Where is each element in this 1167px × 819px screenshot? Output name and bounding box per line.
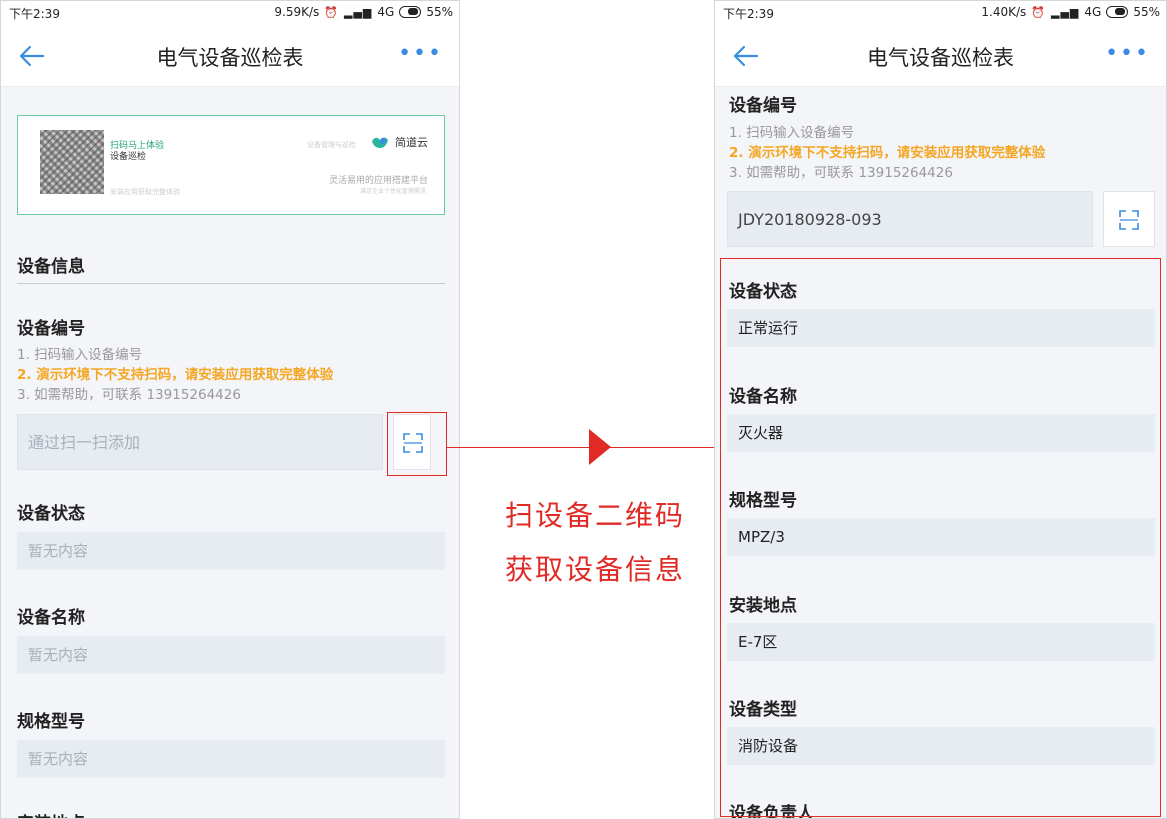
hint-line-3: 3. 如需帮助，可联系 13915264426 [729,165,953,181]
battery-level: 55% [1133,5,1160,19]
section-divider [17,283,445,284]
arrow-head-icon [589,429,611,465]
device-no-input[interactable]: JDY20180928-093 [727,191,1093,247]
signal-icon: ▂▄▆ [344,5,373,19]
device-no-input[interactable]: 通过扫一扫添加 [17,414,383,470]
hint-line-3: 3. 如需帮助，可联系 13915264426 [17,387,241,403]
hint-line-2: 2. 演示环境下不支持扫码，请安装应用获取完整体验 [17,367,334,383]
brand: 简道云 [371,134,428,150]
signal-icon: ▂▄▆ [1051,5,1080,19]
name-field[interactable]: 暂无内容 [17,636,445,674]
battery-level: 55% [426,5,453,19]
hint-line-2: 2. 演示环境下不支持扫码，请安装应用获取完整体验 [729,145,1046,161]
status-time: 下午2:39 [723,7,774,21]
battery-icon [1106,6,1129,18]
location-label-cut: 安装地点 [17,809,85,818]
connector-line [447,447,717,448]
section-title: 设备信息 [17,257,85,277]
brand-logo-icon [372,137,388,148]
filled-fields-highlight-box [720,258,1161,817]
scan-icon [1119,210,1139,230]
model-label: 规格型号 [17,712,85,732]
status-field[interactable]: 暂无内容 [17,532,445,570]
page-title: 电气设备巡检表 [867,46,1014,70]
status-bar: 下午2:39 9.59K/s ⏰ ▂▄▆ 4G 55% [1,1,459,25]
device-no-label: 设备编号 [17,319,85,339]
more-menu-icon[interactable]: ••• [398,43,443,65]
alarm-icon: ⏰ [1031,5,1046,19]
banner-install-text: 安装应用获取完整体验 [110,188,180,196]
name-label: 设备名称 [17,608,85,628]
device-no-label: 设备编号 [729,96,797,116]
scan-button[interactable] [1103,191,1155,247]
banner-subtitle: 设备巡检 [110,152,147,162]
network-type: 4G [1084,5,1102,19]
model-field[interactable]: 暂无内容 [17,740,445,778]
hint-line-1: 1. 扫码输入设备编号 [17,347,143,363]
status-label: 设备状态 [17,504,85,524]
network-speed: 9.59K/s [274,5,320,19]
scan-highlight-box [387,412,447,476]
network-type: 4G [377,5,395,19]
nav-bar: 电气设备巡检表 ••• [715,25,1166,87]
status-bar: 下午2:39 1.40K/s ⏰ ▂▄▆ 4G 55% [715,1,1166,25]
banner-tagline-top: 设备管理与巡检 [307,141,356,149]
battery-icon [399,6,422,18]
page-title: 电气设备巡检表 [156,46,304,70]
promo-banner[interactable]: 扫码马上体验 设备巡检 安装应用获取完整体验 设备管理与巡检 简道云 灵活易用的… [17,115,445,215]
annotation-line-2: 获取设备信息 [505,553,686,586]
hint-line-1: 1. 扫码输入设备编号 [729,125,855,141]
brand-name: 简道云 [395,136,428,149]
alarm-icon: ⏰ [324,5,339,19]
banner-tagline-small: 满足企业个性化管理需求 [359,188,426,195]
network-speed: 1.40K/s [981,5,1027,19]
qr-code-icon [40,130,104,194]
nav-bar: 电气设备巡检表 ••• [1,25,459,87]
annotation-line-1: 扫设备二维码 [505,499,686,532]
status-time: 下午2:39 [9,7,60,21]
banner-tagline: 灵活易用的应用搭建平台 [328,176,428,186]
left-phone-screen: 下午2:39 9.59K/s ⏰ ▂▄▆ 4G 55% 电气设备巡检表 ••• … [0,0,460,819]
more-menu-icon[interactable]: ••• [1105,43,1150,65]
